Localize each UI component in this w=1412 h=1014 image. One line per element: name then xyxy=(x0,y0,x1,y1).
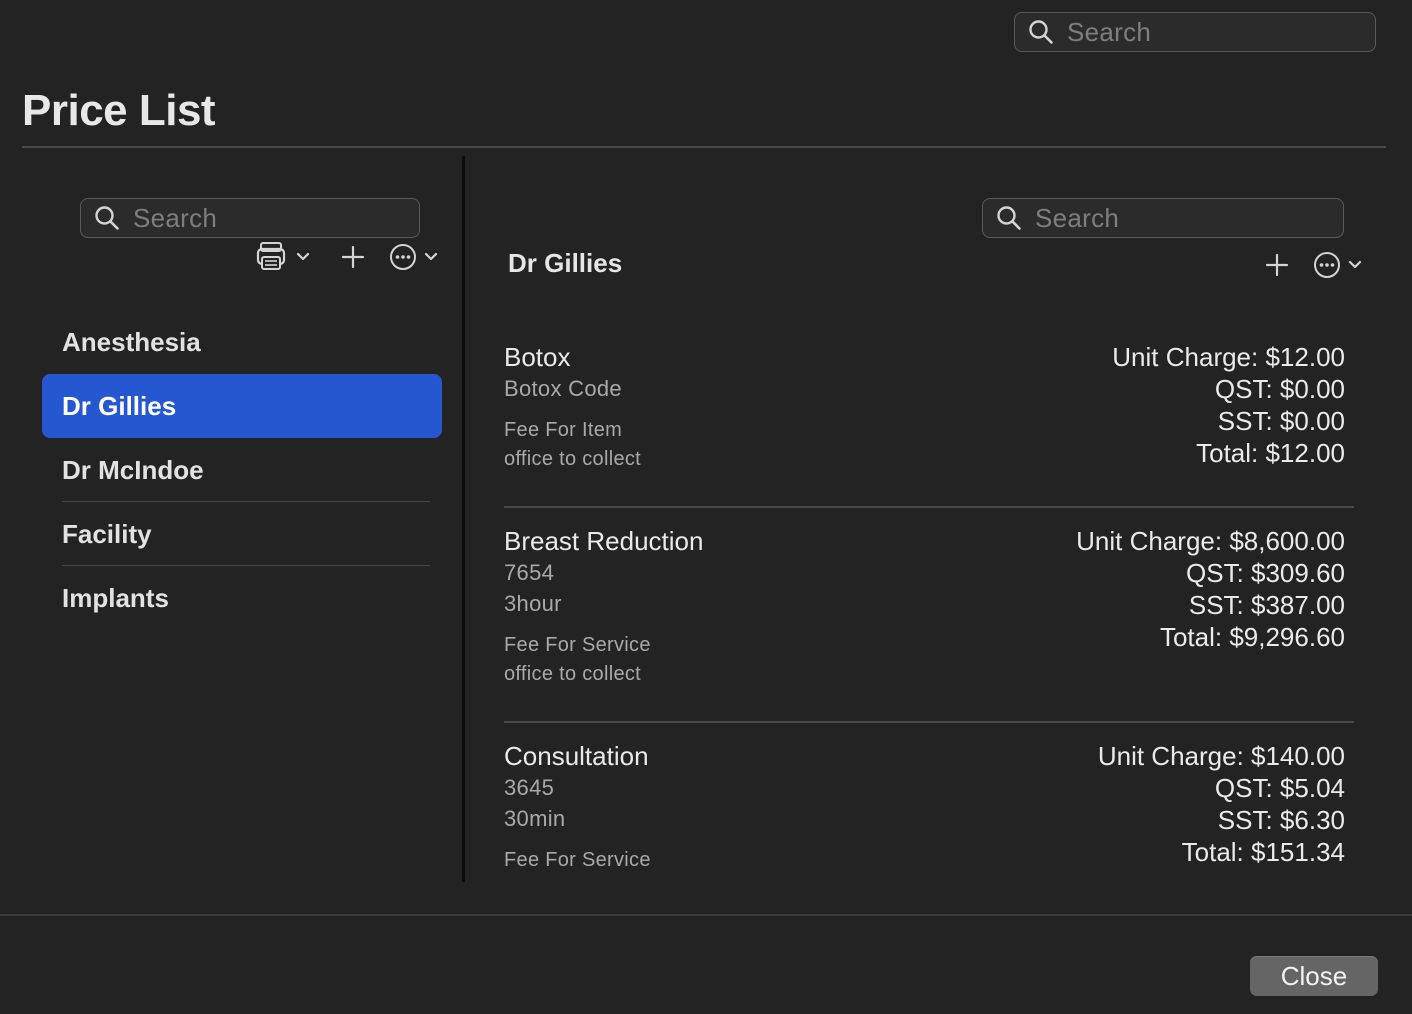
item-name: Botox xyxy=(504,342,571,372)
price-item-row[interactable]: Consultation 3645 30min Fee For Service … xyxy=(504,740,1354,880)
item-code: 3645 xyxy=(504,775,555,800)
item-collection: office to collect xyxy=(504,448,642,470)
title-divider xyxy=(22,146,1386,148)
sidebar-item-anesthesia[interactable]: Anesthesia xyxy=(42,310,442,374)
split-view-divider[interactable] xyxy=(462,156,465,882)
sst-amount: SST: $6.30 xyxy=(1217,805,1345,835)
sst-amount: SST: $387.00 xyxy=(1188,590,1345,620)
sidebar-item-label: Dr McIndoe xyxy=(62,454,204,485)
search-icon xyxy=(995,204,1023,232)
category-list: Anesthesia Dr Gillies Dr McIndoe Facilit… xyxy=(42,310,442,630)
search-icon xyxy=(93,204,121,232)
price-item-row[interactable]: Breast Reduction 7654 3hour Fee For Serv… xyxy=(504,525,1354,725)
search-placeholder: Search xyxy=(1035,202,1120,233)
qst-amount: QST: $5.04 xyxy=(1214,773,1345,803)
item-amounts: Unit Charge: $8,600.00 QST: $309.60 SST:… xyxy=(1076,525,1345,653)
row-separator xyxy=(504,506,1354,508)
item-fee-type: Fee For Item xyxy=(504,419,623,441)
item-duration: 30min xyxy=(504,806,566,831)
item-duration: 3hour xyxy=(504,591,562,616)
total-amount: Total: $151.34 xyxy=(1181,837,1345,867)
detail-search-field[interactable]: Search xyxy=(982,198,1344,238)
add-category-button[interactable] xyxy=(336,240,370,274)
detail-more-button[interactable] xyxy=(1310,248,1366,282)
detail-title: Dr Gillies xyxy=(508,248,623,278)
total-amount: Total: $12.00 xyxy=(1196,438,1345,468)
add-price-item-button[interactable] xyxy=(1260,248,1294,282)
item-amounts: Unit Charge: $12.00 QST: $0.00 SST: $0.0… xyxy=(1112,341,1345,469)
sidebar-item-label: Dr Gillies xyxy=(62,390,177,421)
sidebar-more-button[interactable] xyxy=(386,240,442,274)
sidebar-item-facility[interactable]: Facility xyxy=(42,502,442,566)
sidebar-item-label: Anesthesia xyxy=(62,326,201,357)
unit-charge: Unit Charge: $8,600.00 xyxy=(1076,526,1345,556)
item-name: Breast Reduction xyxy=(504,526,704,556)
item-info: Botox Botox Code Fee For Item office to … xyxy=(504,341,641,474)
total-amount: Total: $9,296.60 xyxy=(1159,622,1345,652)
item-collection: office to collect xyxy=(504,663,642,685)
item-name: Consultation xyxy=(504,741,649,771)
item-code: 7654 xyxy=(504,560,555,585)
unit-charge: Unit Charge: $140.00 xyxy=(1097,741,1345,771)
sidebar-item-dr-gillies[interactable]: Dr Gillies xyxy=(42,374,442,438)
plus-icon xyxy=(341,245,365,269)
sidebar-item-label: Implants xyxy=(62,582,169,613)
sidebar-item-label: Facility xyxy=(62,518,152,549)
sst-amount: SST: $0.00 xyxy=(1217,406,1345,436)
item-fee-type: Fee For Service xyxy=(504,634,651,656)
item-code: Botox Code xyxy=(504,376,622,401)
print-menu-button[interactable] xyxy=(254,240,316,274)
plus-icon xyxy=(1265,253,1289,277)
sidebar-search-field[interactable]: Search xyxy=(80,198,420,238)
item-info: Breast Reduction 7654 3hour Fee For Serv… xyxy=(504,525,703,689)
page-title: Price List xyxy=(22,86,216,135)
close-button[interactable]: Close xyxy=(1250,956,1378,996)
item-amounts: Unit Charge: $140.00 QST: $5.04 SST: $6.… xyxy=(1098,740,1345,868)
ellipsis-circle-icon xyxy=(390,244,438,270)
search-placeholder: Search xyxy=(133,202,218,233)
price-list-window: Search Price List Search Anesthesia Dr G… xyxy=(0,0,1412,1014)
search-icon xyxy=(1027,18,1055,46)
sidebar-item-implants[interactable]: Implants xyxy=(42,566,442,630)
row-separator xyxy=(504,721,1354,723)
price-item-row[interactable]: Botox Botox Code Fee For Item office to … xyxy=(504,341,1354,509)
qst-amount: QST: $0.00 xyxy=(1214,374,1345,404)
footer-divider xyxy=(0,914,1412,916)
sidebar-item-dr-mcindoe[interactable]: Dr McIndoe xyxy=(42,438,442,502)
search-placeholder: Search xyxy=(1067,16,1152,47)
global-search-field[interactable]: Search xyxy=(1014,12,1376,52)
item-fee-type: Fee For Service xyxy=(504,849,651,871)
qst-amount: QST: $309.60 xyxy=(1186,558,1345,588)
item-info: Consultation 3645 30min Fee For Service xyxy=(504,740,651,875)
unit-charge: Unit Charge: $12.00 xyxy=(1112,342,1345,372)
ellipsis-circle-icon xyxy=(1314,252,1362,278)
printer-icon xyxy=(256,242,310,270)
